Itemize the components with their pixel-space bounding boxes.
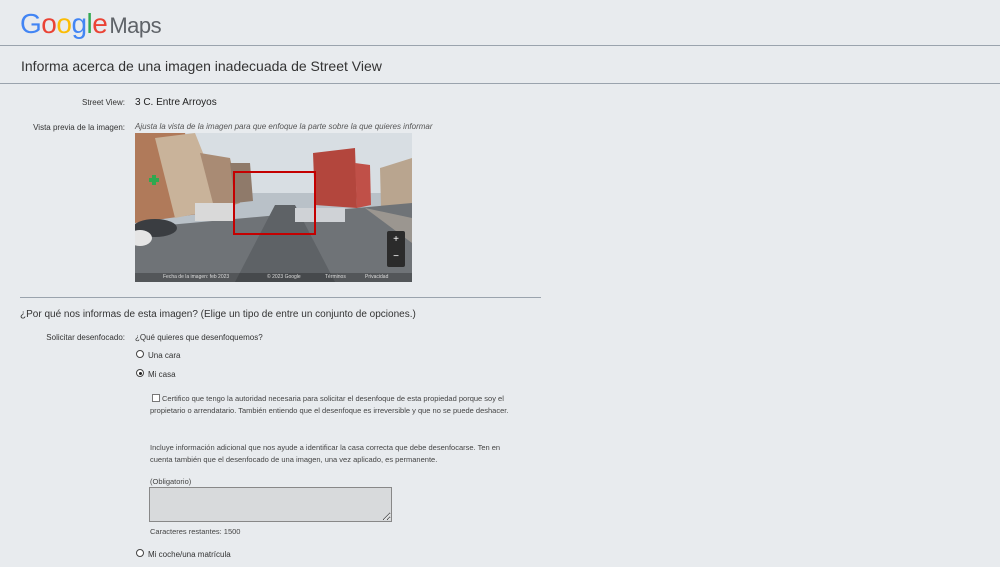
privacy-link[interactable]: Privacidad	[365, 274, 388, 280]
title-divider	[0, 83, 1000, 84]
google-maps-logo[interactable]: GoogleMaps	[20, 8, 162, 40]
maps-logo-text: Maps	[109, 13, 162, 38]
section-divider	[20, 297, 541, 298]
image-attribution: Fecha de la imagen: feb 2023 © 2023 Goog…	[135, 273, 412, 282]
street-view-preview[interactable]: + − Fecha de la imagen: feb 2023 © 2023 …	[135, 133, 412, 282]
google-logo-text: Google	[20, 8, 108, 39]
header-divider	[0, 45, 1000, 46]
radio-face[interactable]	[136, 350, 144, 358]
terms-link[interactable]: Términos	[325, 274, 346, 280]
house-info-textarea[interactable]	[149, 487, 392, 522]
required-marker: (Obligatorio)	[150, 477, 192, 486]
certify-text-content: Certifico que tengo la autoridad necesar…	[150, 394, 509, 415]
certify-text: Certifico que tengo la autoridad necesar…	[150, 393, 520, 416]
copyright-text: © 2023 Google	[267, 274, 301, 280]
street-view-address: 3 C. Entre Arroyos	[135, 97, 217, 108]
preview-label: Vista previa de la imagen:	[33, 123, 125, 132]
street-view-label: Street View:	[82, 98, 125, 107]
option-face-label: Una cara	[148, 351, 181, 360]
page-title: Informa acerca de una imagen inadecuada …	[21, 58, 382, 74]
additional-info-text: Incluye información adicional que nos ay…	[150, 443, 501, 464]
blur-question: ¿Qué quieres que desenfoquemos?	[135, 333, 263, 342]
capture-date: Fecha de la imagen: feb 2023	[163, 274, 230, 280]
characters-remaining: Caracteres restantes: 1500	[150, 527, 241, 536]
option-house-label: Mi casa	[148, 370, 176, 379]
option-car-label: Mi coche/una matrícula	[148, 550, 231, 559]
zoom-control: + −	[387, 231, 405, 267]
zoom-in-button[interactable]: +	[387, 231, 405, 248]
radio-my-house[interactable]	[136, 369, 144, 377]
selection-frame[interactable]	[233, 171, 316, 235]
blur-request-label: Solicitar desenfocado:	[46, 333, 125, 342]
radio-car-plate[interactable]	[136, 549, 144, 557]
zoom-out-button[interactable]: −	[387, 248, 405, 265]
header: GoogleMaps	[0, 0, 1000, 46]
preview-hint: Ajusta la vista de la imagen para que en…	[135, 122, 433, 131]
reason-question: ¿Por qué nos informas de esta imagen? (E…	[20, 309, 416, 320]
